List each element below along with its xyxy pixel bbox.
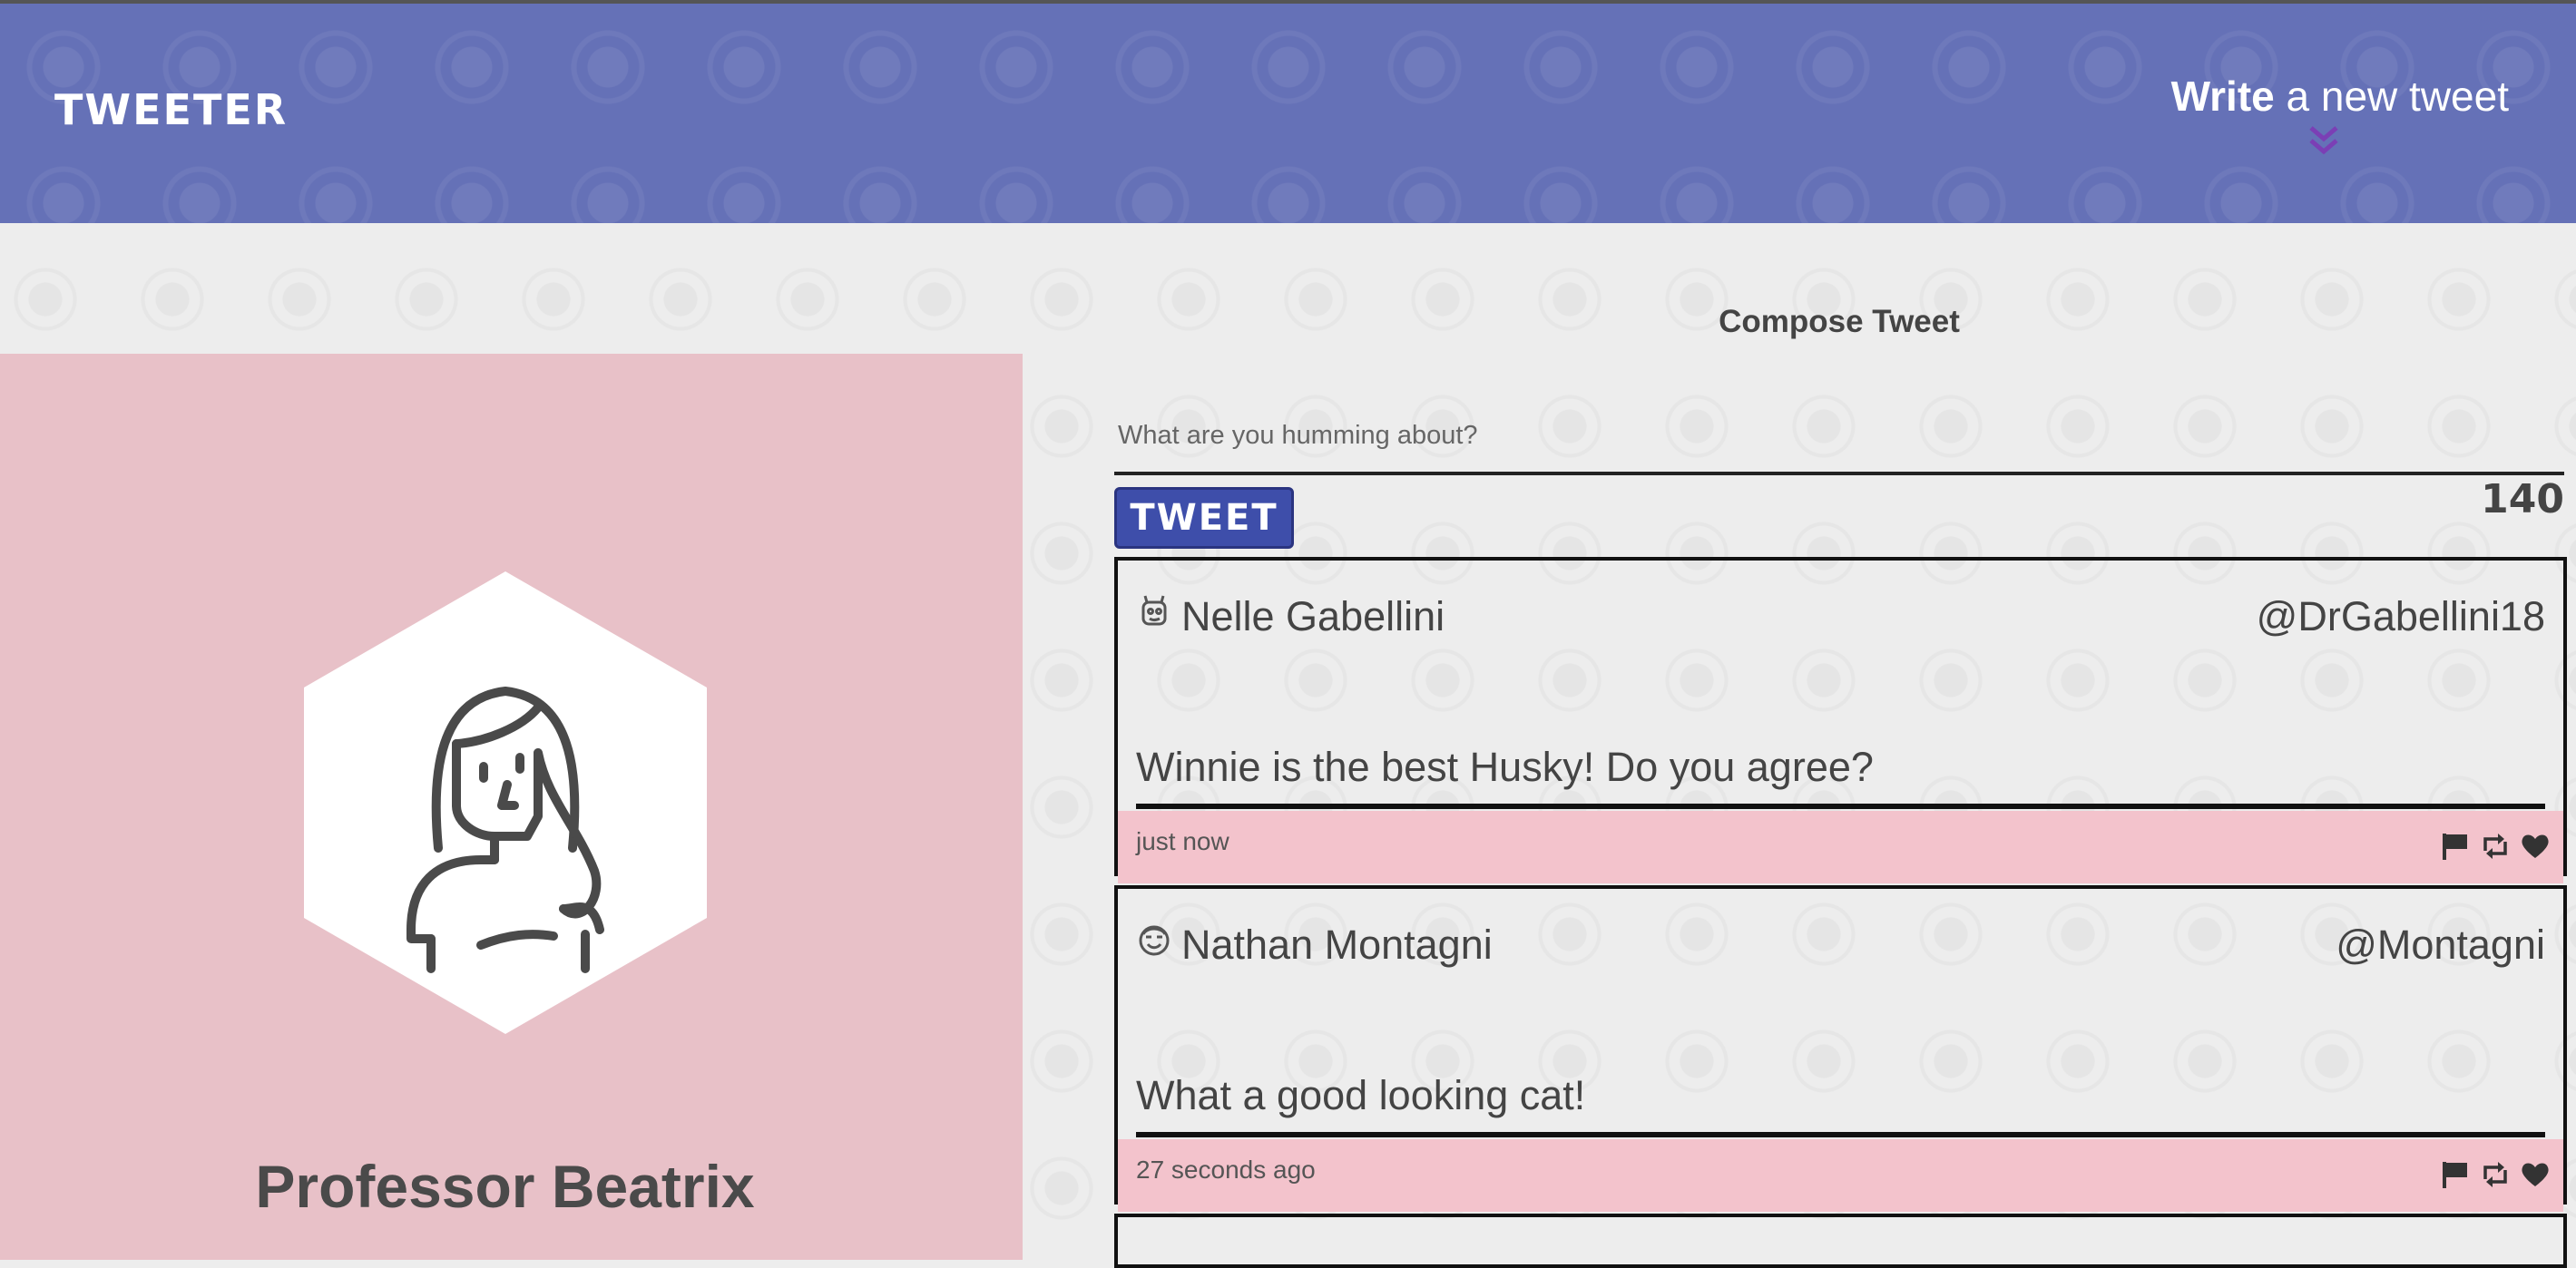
flag-icon[interactable]	[2440, 1159, 2471, 1190]
smiley-face-icon	[1139, 925, 1170, 956]
tweet-author-name: Nelle Gabellini	[1181, 593, 1445, 639]
tweet-author-handle[interactable]: @DrGabellini18	[2257, 593, 2545, 640]
tweet-card-partial	[1114, 1214, 2567, 1268]
write-new-tweet-link[interactable]: Write a new tweet	[2171, 72, 2509, 121]
tweet-author-name: Nathan Montagni	[1181, 922, 1493, 968]
tweet-actions	[2440, 1159, 2551, 1190]
heart-icon[interactable]	[2520, 831, 2551, 862]
heart-icon[interactable]	[2520, 1159, 2551, 1190]
write-rest-text: a new tweet	[2274, 73, 2510, 120]
tweet-footer: just now	[1118, 811, 2563, 883]
tweet-timestamp: just now	[1136, 827, 1229, 855]
robot-face-icon	[1141, 595, 1167, 626]
tweet-card: Nelle Gabellini @DrGabellini18 Winnie is…	[1114, 557, 2567, 883]
tweet-header: Nelle Gabellini @DrGabellini18	[1136, 593, 2545, 648]
retweet-icon[interactable]	[2480, 831, 2511, 862]
compose-tweet-input[interactable]	[1114, 399, 2564, 475]
tweet-header: Nathan Montagni @Montagni	[1136, 922, 2545, 976]
tweet-card: Nathan Montagni @Montagni What a good lo…	[1114, 885, 2567, 1212]
flag-icon[interactable]	[2440, 831, 2471, 862]
avatar	[304, 571, 707, 1034]
top-nav: TWEETER Write a new tweet	[0, 4, 2576, 223]
compose-title: Compose Tweet	[1719, 304, 1960, 339]
character-counter: 140	[2481, 476, 2564, 522]
tweet-text: What a good looking cat!	[1136, 1070, 2545, 1137]
write-bold-text: Write	[2170, 73, 2275, 120]
brand-logo[interactable]: TWEETER	[54, 85, 288, 134]
retweet-icon[interactable]	[2480, 1159, 2511, 1190]
profile-card: Professor Beatrix	[0, 354, 1023, 1260]
tweet-actions	[2440, 831, 2551, 862]
tweet-timestamp: 27 seconds ago	[1136, 1156, 1316, 1184]
tweet-button[interactable]: TWEET	[1114, 487, 1294, 549]
tweet-footer: 27 seconds ago	[1118, 1139, 2563, 1212]
tweet-text: Winnie is the best Husky! Do you agree?	[1136, 742, 2545, 809]
profile-name: Professor Beatrix	[255, 1153, 755, 1220]
tweet-author-handle[interactable]: @Montagni	[2336, 922, 2545, 969]
double-chevron-down-icon[interactable]	[2306, 122, 2342, 159]
